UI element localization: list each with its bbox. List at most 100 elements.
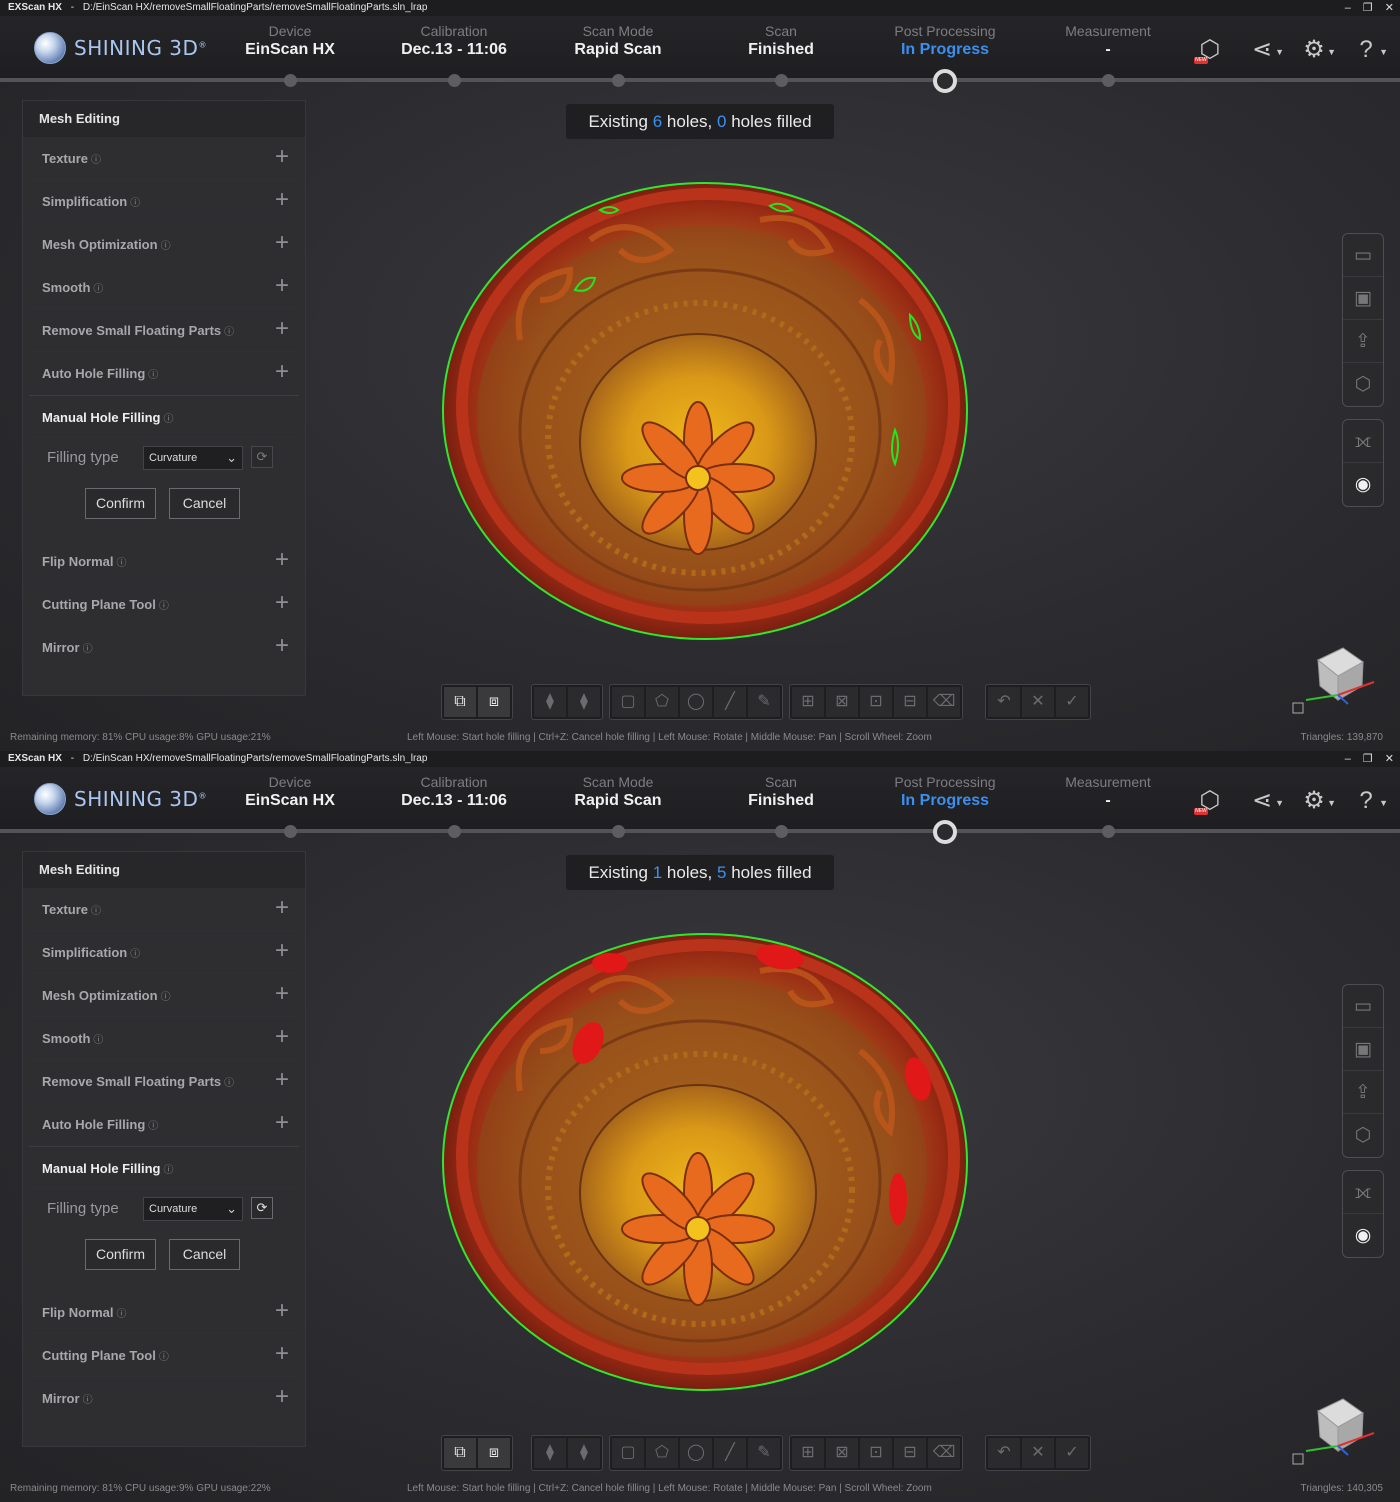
menu-item-texture[interactable]: Texture ⓘ + xyxy=(29,888,299,931)
info-icon[interactable]: ⓘ xyxy=(224,327,234,338)
step-dot-scan-mode[interactable] xyxy=(612,74,625,87)
menu-item-auto-hole-filling[interactable]: Auto Hole Filling ⓘ + xyxy=(29,1103,299,1146)
step-dot-scan[interactable] xyxy=(775,825,788,838)
expand-plus-icon[interactable]: + xyxy=(275,1025,289,1049)
layers-icon[interactable]: ⧫ xyxy=(534,687,566,717)
menu-item-auto-hole-filling[interactable]: Auto Hole Filling ⓘ + xyxy=(29,352,299,395)
settings-icon[interactable]: ⚙ ▼ xyxy=(1298,36,1336,64)
step-device[interactable]: Device EinScan HX xyxy=(215,774,365,810)
step-dot-device[interactable] xyxy=(284,825,297,838)
expand-plus-icon[interactable]: + xyxy=(275,591,289,615)
step-measurement[interactable]: Measurement - xyxy=(1033,774,1183,810)
select-all-icon[interactable]: ⊞ xyxy=(792,1438,824,1468)
orientation-cube-icon[interactable] xyxy=(1288,1391,1388,1471)
expand-plus-icon[interactable]: + xyxy=(275,982,289,1006)
front-view-icon[interactable]: ⧉ xyxy=(444,687,476,717)
step-dot-scan[interactable] xyxy=(775,74,788,87)
info-icon[interactable]: ⓘ xyxy=(148,370,158,381)
step-device[interactable]: Device EinScan HX xyxy=(215,23,365,59)
model-cube-icon[interactable]: ⬡ xyxy=(1343,1114,1383,1157)
minimize-button[interactable]: – xyxy=(1345,751,1351,767)
menu-item-flip-normal[interactable]: Flip Normal ⓘ + xyxy=(29,540,299,583)
measure-distance-icon[interactable]: ⟗ xyxy=(1343,420,1383,463)
bowl-3d-mesh[interactable] xyxy=(440,931,970,1393)
select-all-icon[interactable]: ⊞ xyxy=(792,687,824,717)
info-icon[interactable]: ⓘ xyxy=(159,601,169,612)
expand-plus-icon[interactable]: + xyxy=(275,1342,289,1366)
info-icon[interactable]: ⓘ xyxy=(130,198,140,209)
brush-select-icon[interactable]: ✎ xyxy=(748,1438,780,1468)
step-post-processing[interactable]: Post Processing In Progress xyxy=(870,774,1020,810)
menu-item-mirror[interactable]: Mirror ⓘ + xyxy=(29,1377,299,1420)
step-scan-mode[interactable]: Scan Mode Rapid Scan xyxy=(543,23,693,59)
visibility-eye-icon[interactable]: ◉ xyxy=(1343,1214,1383,1257)
open-folder-icon[interactable]: ▭ xyxy=(1343,234,1383,277)
filling-type-select[interactable]: Curvature ⌄ xyxy=(143,1197,243,1221)
new-feature-icon[interactable]: ⬡ NEW xyxy=(1194,36,1226,64)
share-icon[interactable]: ⋖ ▼ xyxy=(1246,36,1284,64)
expand-plus-icon[interactable]: + xyxy=(275,548,289,572)
lasso-select-icon[interactable]: ◯ xyxy=(680,1438,712,1468)
rect-select-icon[interactable]: ▢ xyxy=(612,1438,644,1468)
info-icon[interactable]: ⓘ xyxy=(93,1035,103,1046)
export-icon[interactable]: ⇪ xyxy=(1343,320,1383,363)
info-icon[interactable]: ⓘ xyxy=(163,1165,173,1176)
orientation-cube-icon[interactable] xyxy=(1288,640,1388,720)
step-dot-device[interactable] xyxy=(284,74,297,87)
info-icon[interactable]: ⓘ xyxy=(91,155,101,166)
step-scan[interactable]: Scan Finished xyxy=(706,774,856,810)
step-dot-post-processing[interactable] xyxy=(933,820,957,844)
step-dot-scan-mode[interactable] xyxy=(612,825,625,838)
info-icon[interactable]: ⓘ xyxy=(130,949,140,960)
delete-icon[interactable]: ⌫ xyxy=(928,1438,960,1468)
menu-item-remove-small-floating-parts[interactable]: Remove Small Floating Parts ⓘ + xyxy=(29,1060,299,1103)
polygon-select-icon[interactable]: ⬠ xyxy=(646,1438,678,1468)
export-icon[interactable]: ⇪ xyxy=(1343,1071,1383,1114)
info-icon[interactable]: ⓘ xyxy=(148,1121,158,1132)
menu-item-cutting-plane-tool[interactable]: Cutting Plane Tool ⓘ + xyxy=(29,583,299,626)
step-scan-mode[interactable]: Scan Mode Rapid Scan xyxy=(543,774,693,810)
step-calibration[interactable]: Calibration Dec.13 - 11:06 xyxy=(379,23,529,59)
step-calibration[interactable]: Calibration Dec.13 - 11:06 xyxy=(379,774,529,810)
layers-alt-icon[interactable]: ⧫ xyxy=(568,1438,600,1468)
expand-plus-icon[interactable]: + xyxy=(275,1068,289,1092)
menu-item-cutting-plane-tool[interactable]: Cutting Plane Tool ⓘ + xyxy=(29,1334,299,1377)
rect-select-icon[interactable]: ▢ xyxy=(612,687,644,717)
confirm-button[interactable]: Confirm xyxy=(85,1239,156,1270)
info-icon[interactable]: ⓘ xyxy=(224,1078,234,1089)
menu-item-texture[interactable]: Texture ⓘ + xyxy=(29,137,299,180)
step-post-processing[interactable]: Post Processing In Progress xyxy=(870,23,1020,59)
visibility-eye-icon[interactable]: ◉ xyxy=(1343,463,1383,506)
new-feature-icon[interactable]: ⬡ NEW xyxy=(1194,787,1226,815)
help-icon[interactable]: ? ▼ xyxy=(1350,787,1388,815)
refresh-icon[interactable]: ⟳ xyxy=(251,1197,273,1219)
model-cube-icon[interactable]: ⬡ xyxy=(1343,363,1383,406)
expand-plus-icon[interactable]: + xyxy=(275,896,289,920)
select-connected-icon[interactable]: ⊟ xyxy=(894,687,926,717)
fit-view-icon[interactable]: ⧈ xyxy=(478,687,510,717)
step-dot-calibration[interactable] xyxy=(448,825,461,838)
apply-check-icon[interactable]: ✓ xyxy=(1056,687,1088,717)
measure-distance-icon[interactable]: ⟗ xyxy=(1343,1171,1383,1214)
save-icon[interactable]: ▣ xyxy=(1343,1028,1383,1071)
save-icon[interactable]: ▣ xyxy=(1343,277,1383,320)
confirm-button[interactable]: Confirm xyxy=(85,488,156,519)
menu-item-manual-hole-filling[interactable]: Manual Hole Filling ⓘ xyxy=(29,395,299,438)
menu-item-manual-hole-filling[interactable]: Manual Hole Filling ⓘ xyxy=(29,1146,299,1189)
menu-item-flip-normal[interactable]: Flip Normal ⓘ + xyxy=(29,1291,299,1334)
expand-plus-icon[interactable]: + xyxy=(275,1385,289,1409)
expand-plus-icon[interactable]: + xyxy=(275,1111,289,1135)
deselect-icon[interactable]: ⊠ xyxy=(826,1438,858,1468)
expand-plus-icon[interactable]: + xyxy=(275,634,289,658)
step-dot-measurement[interactable] xyxy=(1102,825,1115,838)
menu-item-simplification[interactable]: Simplification ⓘ + xyxy=(29,931,299,974)
delete-icon[interactable]: ⌫ xyxy=(928,687,960,717)
menu-item-mirror[interactable]: Mirror ⓘ + xyxy=(29,626,299,669)
step-measurement[interactable]: Measurement - xyxy=(1033,23,1183,59)
help-icon[interactable]: ? ▼ xyxy=(1350,36,1388,64)
undo-icon[interactable]: ↶ xyxy=(988,687,1020,717)
info-icon[interactable]: ⓘ xyxy=(159,1352,169,1363)
undo-icon[interactable]: ↶ xyxy=(988,1438,1020,1468)
cancel-x-icon[interactable]: ✕ xyxy=(1022,1438,1054,1468)
minimize-button[interactable]: – xyxy=(1345,0,1351,16)
